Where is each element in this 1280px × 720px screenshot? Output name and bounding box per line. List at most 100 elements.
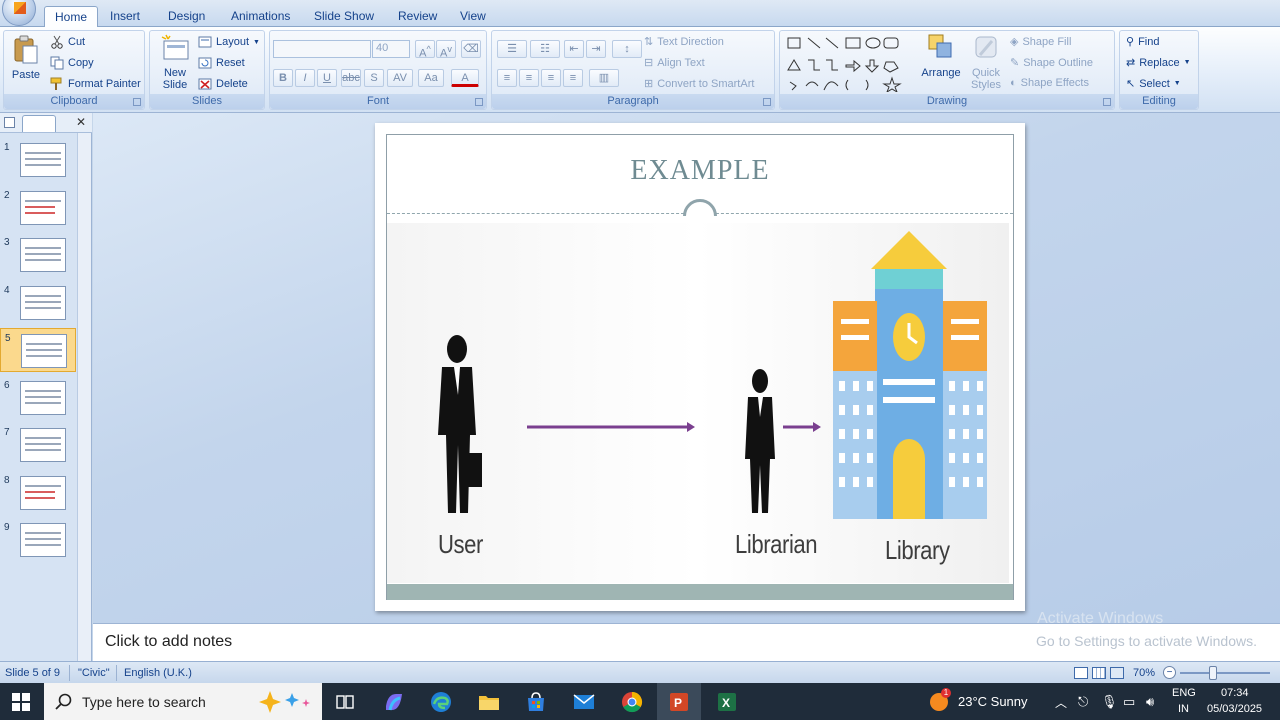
tab-view[interactable]: View: [450, 6, 496, 27]
slide-thumbnail-row[interactable]: 9: [0, 518, 76, 562]
copy-button[interactable]: Copy: [50, 56, 94, 70]
convert-smartart-button[interactable]: ⊞ Convert to SmartArt: [644, 77, 754, 91]
columns-button[interactable]: ▥: [589, 69, 619, 87]
text-direction-button[interactable]: ⇅ Text Direction: [644, 35, 724, 49]
slide-thumbnail[interactable]: [20, 475, 66, 510]
align-center-button[interactable]: ≡: [519, 69, 539, 87]
file-explorer-icon[interactable]: [477, 690, 501, 714]
increase-indent-button[interactable]: ⇥: [586, 40, 606, 58]
slide-thumbnail[interactable]: [20, 238, 66, 272]
tab-home[interactable]: Home: [44, 6, 99, 28]
chevron-up-icon[interactable]: ︿: [1055, 694, 1067, 711]
zoom-out-icon[interactable]: −: [1163, 666, 1176, 679]
battery-icon[interactable]: ▭: [1123, 694, 1135, 710]
underline-button[interactable]: U: [317, 69, 337, 87]
paste-button[interactable]: Paste: [8, 35, 44, 81]
taskbar-search[interactable]: Type here to search: [44, 683, 322, 720]
slide-thumbnail-row[interactable]: 4: [0, 281, 76, 325]
tab-design[interactable]: Design: [158, 6, 215, 27]
font-launcher-icon[interactable]: [475, 98, 483, 106]
speaker-icon[interactable]: 🔊︎: [1146, 694, 1154, 710]
cut-button[interactable]: Cut: [50, 35, 85, 49]
font-size-field[interactable]: 40: [372, 40, 410, 58]
task-view-icon[interactable]: [333, 690, 357, 714]
slide-thumbnail[interactable]: [21, 334, 67, 368]
microphone-icon[interactable]: 🎙︎: [1101, 694, 1118, 710]
layout-button[interactable]: Layout ▼: [198, 35, 260, 49]
mail-icon[interactable]: [572, 690, 596, 714]
slide-thumbnail[interactable]: [20, 380, 66, 415]
close-icon[interactable]: ✕: [76, 115, 86, 129]
excel-app-icon[interactable]: X: [715, 690, 739, 714]
bullets-button[interactable]: ☰: [497, 40, 527, 58]
align-left-button[interactable]: ≡: [497, 69, 517, 87]
microsoft-store-icon[interactable]: [524, 690, 548, 714]
slide-thumbnail[interactable]: [20, 428, 66, 462]
font-name-field[interactable]: [273, 40, 371, 58]
quick-styles-button[interactable]: Quick Styles: [966, 33, 1006, 91]
shapes-gallery[interactable]: [786, 36, 914, 92]
shrink-font-button[interactable]: Av: [436, 40, 456, 60]
slide-thumbnail-row[interactable]: 2: [0, 186, 76, 230]
grow-font-button[interactable]: A^: [415, 40, 435, 60]
shape-effects-button[interactable]: ◐ Shape Effects: [1010, 77, 1089, 89]
tab-insert[interactable]: Insert: [100, 6, 150, 27]
zoom-slider-thumb[interactable]: [1209, 666, 1217, 680]
slide-thumbnail-row[interactable]: 3: [0, 233, 76, 277]
start-button[interactable]: [0, 683, 42, 720]
decrease-indent-button[interactable]: ⇤: [564, 40, 584, 58]
replace-button[interactable]: ⇄ Replace ▼: [1126, 56, 1191, 70]
tab-review[interactable]: Review: [388, 6, 447, 27]
slide-title[interactable]: EXAMPLE: [375, 155, 1025, 187]
language-indicator[interactable]: English (U.K.): [124, 667, 192, 679]
powerpoint-app-icon[interactable]: P: [667, 690, 691, 714]
justify-button[interactable]: ≡: [563, 69, 583, 87]
align-text-button[interactable]: ⊟ Align Text: [644, 56, 705, 70]
slide-thumbnail-row[interactable]: 1: [0, 138, 76, 182]
drawing-launcher-icon[interactable]: [1103, 98, 1111, 106]
copilot-icon[interactable]: [382, 690, 406, 714]
slide-thumbnail-row[interactable]: 6: [0, 376, 76, 420]
slide-sorter-view-icon[interactable]: [1092, 667, 1106, 679]
chrome-browser-icon[interactable]: [620, 690, 644, 714]
meet-now-icon[interactable]: ⎋: [1078, 694, 1088, 710]
normal-view-icon[interactable]: [1074, 667, 1088, 679]
clock-time[interactable]: 07:34: [1221, 687, 1249, 699]
slide-thumbnail[interactable]: [20, 190, 66, 225]
slides-tab-icon[interactable]: [4, 117, 15, 128]
tab-animations[interactable]: Animations: [221, 6, 300, 27]
slide-show-view-icon[interactable]: [1110, 667, 1124, 679]
input-region[interactable]: IN: [1178, 703, 1189, 715]
paragraph-launcher-icon[interactable]: [763, 98, 771, 106]
format-painter-button[interactable]: Format Painter: [50, 77, 141, 91]
shape-outline-button[interactable]: ✎ Shape Outline: [1010, 56, 1093, 70]
slide-canvas[interactable]: EXAMPLE User Librarian Library: [375, 123, 1025, 611]
outline-tab-icon[interactable]: [22, 115, 56, 132]
clock-date[interactable]: 05/03/2025: [1207, 703, 1262, 715]
italic-button[interactable]: I: [295, 69, 315, 87]
office-button[interactable]: [2, 0, 36, 26]
slide-thumbnail-row[interactable]: 5: [0, 328, 76, 372]
notes-placeholder[interactable]: Click to add notes: [105, 633, 232, 651]
notes-pane[interactable]: Click to add notes Go to Settings to act…: [93, 623, 1280, 661]
delete-button[interactable]: Delete: [198, 77, 248, 91]
slide-picture[interactable]: User Librarian Library: [387, 223, 1009, 583]
select-button[interactable]: ↖ Select ▼: [1126, 77, 1181, 91]
zoom-slider[interactable]: [1180, 666, 1270, 680]
slide-thumbnail-row[interactable]: 8: [0, 471, 76, 515]
align-right-button[interactable]: ≡: [541, 69, 561, 87]
change-case-button[interactable]: Aa: [418, 69, 444, 87]
tab-slide-show[interactable]: Slide Show: [304, 6, 384, 27]
character-spacing-button[interactable]: AV: [387, 69, 413, 87]
find-button[interactable]: ⚲ Find: [1126, 35, 1159, 49]
new-slide-button[interactable]: New Slide: [154, 33, 196, 91]
reset-button[interactable]: Reset: [198, 56, 245, 70]
slide-thumbnail[interactable]: [20, 285, 66, 320]
clear-formatting-button[interactable]: ⌫: [461, 40, 481, 58]
arrange-button[interactable]: Arrange: [920, 33, 962, 79]
zoom-level[interactable]: 70%: [1133, 667, 1155, 679]
bold-button[interactable]: B: [273, 69, 293, 87]
shape-fill-button[interactable]: ◈ Shape Fill: [1010, 35, 1071, 49]
input-language[interactable]: ENG: [1172, 687, 1196, 699]
weather-text[interactable]: 23°C Sunny: [958, 694, 1028, 709]
